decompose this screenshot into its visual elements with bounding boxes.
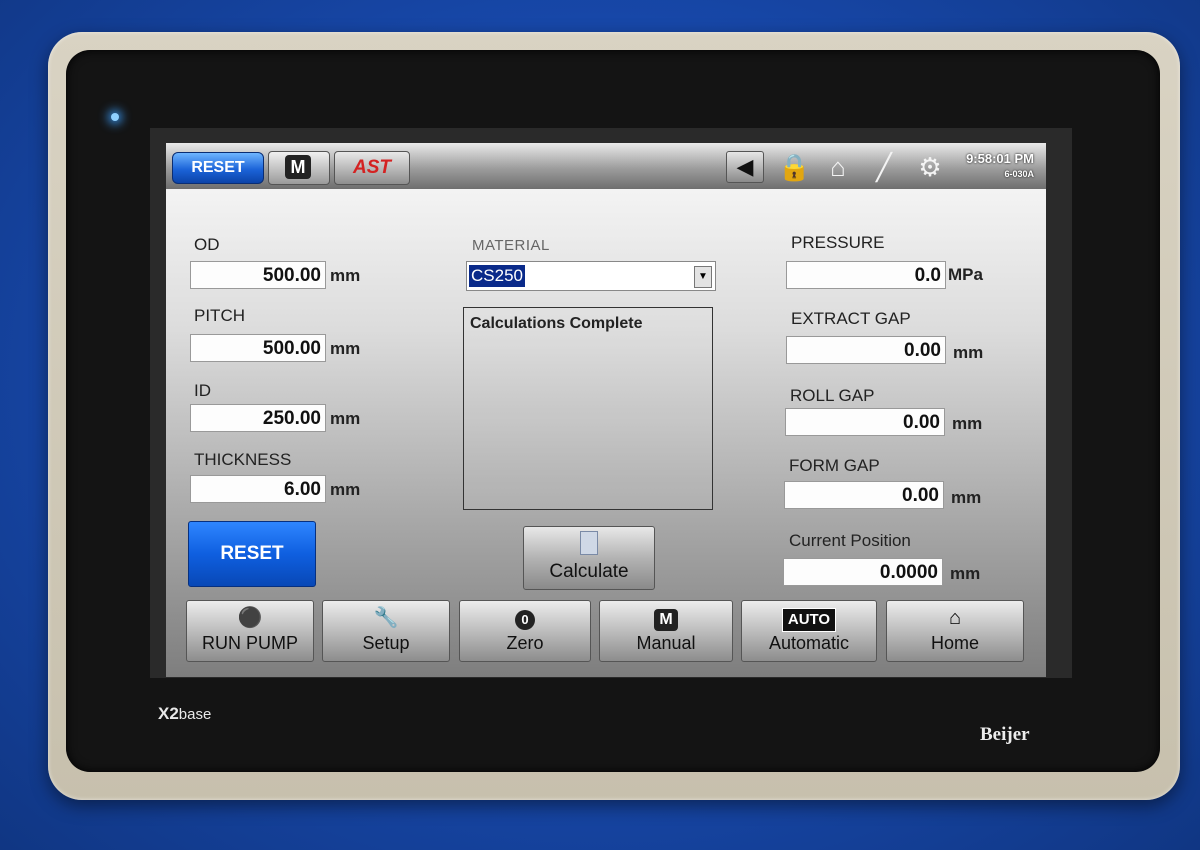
power-led [111,113,119,121]
roll-gap-label: ROLL GAP [790,386,875,405]
auto-icon: AUTO [742,606,876,632]
roll-gap-field[interactable]: 0.00 [785,408,945,436]
reset-button[interactable]: RESET [188,521,316,587]
roll-gap-unit: mm [952,414,983,433]
od-unit: mm [330,266,361,285]
reset-tab-button[interactable]: RESET [172,152,264,184]
calculator-icon [580,531,598,555]
zero-button[interactable]: 0 Zero [459,600,591,662]
calculate-label: Calculate [549,561,629,582]
form-gap-field[interactable]: 0.00 [784,481,944,509]
zero-icon: 0 [460,606,590,630]
thickness-field[interactable]: 6.00 [190,475,326,503]
home-button[interactable]: ⌂ Home [886,600,1024,662]
clock: 9:58:01 PM 6-030A [966,151,1034,179]
material-label: MATERIAL [472,237,550,254]
id-label: ID [194,381,211,400]
gear-icon[interactable]: ⚙ [914,151,946,183]
run-pump-label: RUN PUMP [201,633,298,653]
lock-icon[interactable]: 🔒 [778,151,810,183]
home-icon[interactable]: ⌂ [822,151,854,183]
thickness-unit: mm [330,480,361,499]
status-box: Calculations Complete [463,307,713,510]
pump-icon: ⚫ [237,607,263,629]
setup-label: Setup [362,633,410,653]
automatic-button[interactable]: AUTO Automatic [741,600,877,662]
pressure-unit: MPa [948,265,983,284]
od-field[interactable]: 500.00 [190,261,326,289]
pressure-label: PRESSURE [791,233,885,252]
current-position-label: Current Position [789,531,911,550]
clock-time: 9:58:01 PM [966,151,1034,166]
current-position-unit: mm [950,564,981,583]
od-label: OD [194,235,220,254]
setup-button[interactable]: 🔧 Setup [322,600,450,662]
pressure-field[interactable]: 0.0 [786,261,946,289]
measure-icon[interactable]: ╱ [868,151,900,183]
calculate-button[interactable]: Calculate [523,526,655,590]
pitch-field[interactable]: 500.00 [190,334,326,362]
material-value: CS250 [469,265,525,287]
hmi-screen: RESET M AST ◀ 🔒 ⌂ ╱ ⚙ 9:58:01 PM 6-030A … [166,143,1046,677]
top-bar: RESET M AST ◀ 🔒 ⌂ ╱ ⚙ 9:58:01 PM 6-030A [166,143,1046,189]
ast-logo-button[interactable]: AST [334,151,410,185]
id-unit: mm [330,409,361,428]
manual-button[interactable]: M Manual [599,600,733,662]
status-text: Calculations Complete [470,315,643,332]
extract-gap-field[interactable]: 0.00 [786,336,946,364]
extract-gap-label: EXTRACT GAP [791,309,911,328]
home-icon: ⌂ [948,607,962,629]
automatic-label: Automatic [768,633,850,653]
form-gap-label: FORM GAP [789,456,880,475]
id-field[interactable]: 250.00 [190,404,326,432]
home-label: Home [930,633,979,653]
thickness-label: THICKNESS [194,450,292,469]
dropdown-arrow-icon[interactable]: ▼ [694,266,712,288]
wrench-icon: 🔧 [373,607,399,629]
manual-badge: M [285,155,311,179]
model-label: X2base [158,704,212,723]
manual-label: Manual [636,633,696,653]
manual-icon: M [600,606,732,631]
current-position-field[interactable]: 0.0000 [783,558,943,586]
back-icon[interactable]: ◀ [726,151,764,183]
manual-tab-button[interactable]: M [268,151,330,185]
pitch-label: PITCH [194,306,245,325]
material-select[interactable]: CS250 ▼ [466,261,716,291]
run-pump-button[interactable]: ⚫ RUN PUMP [186,600,314,662]
pitch-unit: mm [330,339,361,358]
extract-gap-unit: mm [953,343,984,362]
zero-label: Zero [506,633,544,653]
manufacturer-logo: Beijer [980,724,1030,745]
form-gap-unit: mm [951,488,982,507]
clock-subtext: 6-030A [1004,169,1034,179]
